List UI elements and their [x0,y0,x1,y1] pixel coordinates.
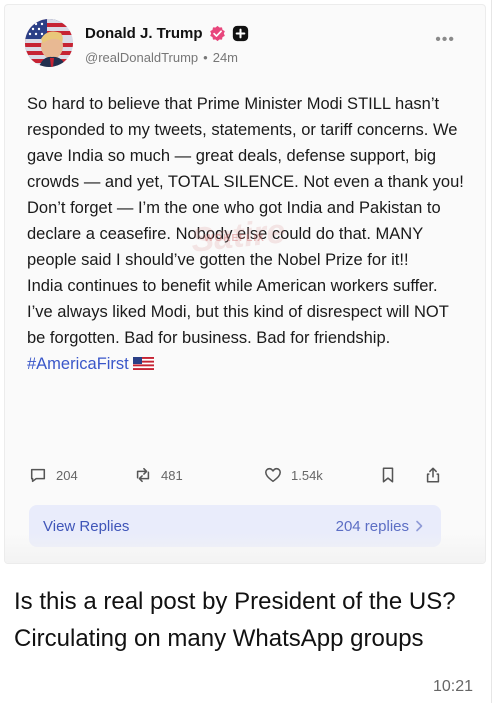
more-options-icon[interactable]: ••• [435,31,455,49]
post-timestamp: 24m [212,50,239,65]
author-display-name[interactable]: Donald J. Trump [85,25,203,42]
share-action[interactable] [424,466,442,484]
us-flag-icon [132,357,154,370]
view-replies-bar[interactable]: View Replies 204 replies [29,505,441,547]
like-action[interactable]: 1.54k [264,466,323,484]
verified-badge-icon [209,25,225,42]
post-paragraph: So hard to believe that Prime Minister M… [27,95,464,191]
share-icon [426,467,440,483]
message-caption: Is this a real post by President of the … [14,588,456,652]
bookmark-action[interactable] [379,466,397,484]
follow-plus-icon[interactable] [232,25,249,42]
like-count: 1.54k [291,467,323,483]
view-replies-link[interactable]: View Replies [43,518,129,535]
post-paragraph: India continues to benefit while America… [27,273,467,377]
author-handle[interactable]: @realDonaldTrump [85,50,198,65]
heart-icon [265,467,281,483]
repost-count: 481 [161,467,183,483]
author-avatar [25,19,73,67]
replies-count-link[interactable]: 204 replies [336,518,423,535]
author-meta-row: @realDonaldTrump • 24m [85,50,238,65]
chevron-right-icon [416,520,423,532]
replies-count-label: 204 replies [335,517,409,535]
reply-action[interactable]: 204 [29,466,78,484]
reply-count: 204 [56,467,78,483]
flag-portrait-avatar-icon [25,19,73,67]
post-paragraph-text: India continues to benefit while America… [27,277,449,347]
post-action-bar: 204 481 1.54k [29,466,449,488]
hashtag-link[interactable]: #AmericaFirst [27,355,129,373]
comment-icon [30,468,46,483]
bookmark-icon [382,467,394,483]
repost-icon [136,467,150,483]
author-name-row: Donald J. Trump [85,25,249,42]
repost-action[interactable]: 481 [134,466,183,484]
shared-post-image[interactable]: Donald J. Trump @realDonaldTrump • 24m •… [4,4,486,564]
chat-message-bubble: Donald J. Trump @realDonaldTrump • 24m •… [0,0,492,703]
watermark-brand: WOKEFLIX [204,233,265,244]
meta-separator: • [203,50,208,65]
message-time: 10:21 [432,678,473,695]
